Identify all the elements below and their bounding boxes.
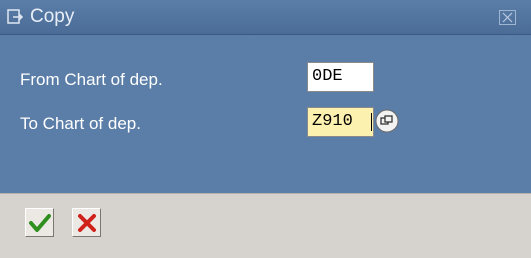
cancel-button[interactable] bbox=[72, 208, 101, 237]
from-chart-label: From Chart of dep. bbox=[20, 70, 163, 89]
window-title: Copy bbox=[30, 6, 75, 27]
from-chart-input[interactable]: 0DE bbox=[307, 62, 374, 92]
search-help-icon[interactable] bbox=[375, 109, 399, 133]
confirm-button[interactable] bbox=[25, 208, 54, 237]
checkmark-icon bbox=[29, 214, 51, 232]
to-chart-label: To Chart of dep. bbox=[20, 114, 141, 133]
button-bar bbox=[0, 193, 531, 258]
to-chart-input[interactable]: Z910 bbox=[307, 107, 374, 137]
to-chart-value: Z910 bbox=[312, 112, 353, 131]
dialog-content: From Chart of dep. 0DE To Chart of dep. … bbox=[0, 35, 531, 193]
title-bar: Copy bbox=[0, 0, 531, 35]
text-cursor bbox=[371, 113, 372, 131]
close-icon[interactable] bbox=[499, 10, 516, 25]
copy-icon bbox=[7, 9, 25, 25]
x-icon bbox=[78, 214, 96, 232]
